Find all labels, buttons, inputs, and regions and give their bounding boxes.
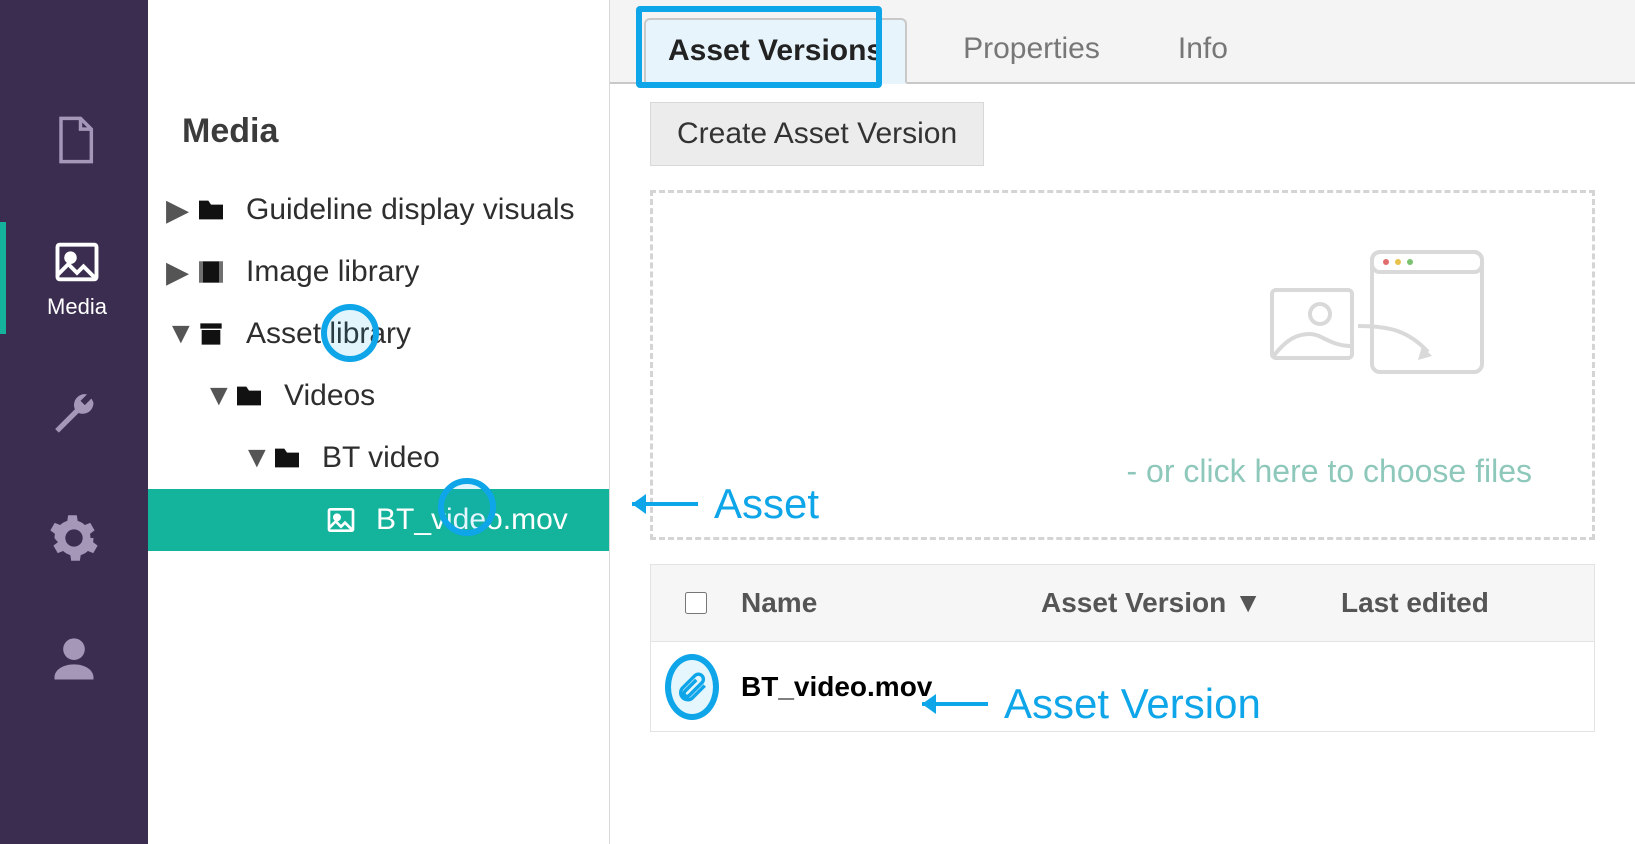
- dropzone-graphic: [1262, 240, 1492, 405]
- toolbar: Create Asset Version: [610, 84, 1635, 184]
- caret-right-icon: ▶: [166, 193, 184, 228]
- tab-asset-versions[interactable]: Asset Versions: [644, 18, 907, 84]
- file-dropzone[interactable]: - or click here to choose files: [650, 190, 1595, 540]
- tab-info[interactable]: Info: [1156, 16, 1250, 82]
- tree-node-label: BT_video.mov: [376, 503, 568, 537]
- tree-node-label: Videos: [284, 379, 375, 413]
- tree-title: Media: [148, 112, 609, 179]
- tree-node-guideline[interactable]: ▶ Guideline display visuals: [148, 179, 609, 241]
- tab-label: Properties: [963, 32, 1100, 66]
- caret-down-icon: ▼: [1234, 587, 1262, 619]
- user-icon: [55, 638, 94, 679]
- rail-item-documents[interactable]: [0, 100, 148, 180]
- col-header-last-edited[interactable]: Last edited: [1341, 587, 1594, 619]
- main-panel: Asset Versions Properties Info Create As…: [610, 0, 1635, 844]
- col-header-label: Asset Version: [1041, 587, 1226, 619]
- select-all-checkbox[interactable]: [685, 592, 707, 614]
- caret-down-icon: ▼: [204, 379, 222, 413]
- version-table-row[interactable]: BT_video.mov: [650, 642, 1595, 732]
- film-icon: [194, 255, 228, 289]
- tree-node-label: Guideline display visuals: [246, 193, 575, 227]
- caret-down-icon: ▼: [166, 317, 184, 351]
- tree-node-label: Image library: [246, 255, 419, 289]
- folder-icon: [194, 193, 228, 227]
- folder-icon: [270, 441, 304, 475]
- tree-node-btvideo[interactable]: ▼ BT video: [148, 427, 609, 489]
- caret-right-icon: ▶: [166, 255, 184, 290]
- tree-panel: Media ▶ Guideline display visuals ▶ Imag…: [148, 0, 610, 844]
- archive-icon: [194, 317, 228, 351]
- gear-icon: [50, 515, 97, 561]
- version-table-header: Name Asset Version▼ Last edited: [650, 564, 1595, 642]
- tree-node-btvideo-mov[interactable]: BT_video.mov: [148, 489, 609, 551]
- tree-node-label: BT video: [322, 441, 440, 475]
- tree-node-label: Asset library: [246, 317, 411, 351]
- asset-image-icon: [324, 503, 358, 537]
- rail-item-tools[interactable]: [0, 376, 148, 456]
- create-asset-version-button[interactable]: Create Asset Version: [650, 102, 984, 166]
- col-header-asset-version[interactable]: Asset Version▼: [1041, 587, 1341, 619]
- tab-label: Info: [1178, 32, 1228, 66]
- rail-item-media[interactable]: Media: [0, 222, 148, 334]
- tree-node-assetlib[interactable]: ▼ Asset library: [148, 303, 609, 365]
- paperclip-icon: [675, 670, 709, 704]
- tab-label: Asset Versions: [668, 34, 883, 68]
- caret-down-icon: ▼: [242, 441, 260, 475]
- annotation-ring: [665, 654, 719, 720]
- tree-node-videos[interactable]: ▼ Videos: [148, 365, 609, 427]
- rail-item-label: Media: [47, 294, 107, 320]
- tree-node-imagelib[interactable]: ▶ Image library: [148, 241, 609, 303]
- row-name: BT_video.mov: [741, 671, 1041, 703]
- folder-icon: [232, 379, 266, 413]
- col-header-name[interactable]: Name: [741, 587, 1041, 619]
- rail-item-user[interactable]: [0, 620, 148, 700]
- wrench-icon: [55, 394, 93, 433]
- dropzone-hint: - or click here to choose files: [1127, 453, 1533, 490]
- nav-rail: Media: [0, 0, 148, 844]
- tab-bar: Asset Versions Properties Info: [610, 0, 1635, 84]
- tab-properties[interactable]: Properties: [941, 16, 1122, 82]
- rail-item-settings[interactable]: [0, 498, 148, 578]
- document-icon: [61, 118, 91, 161]
